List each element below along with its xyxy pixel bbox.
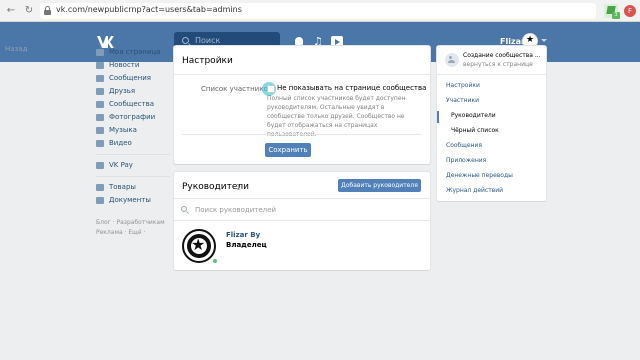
save-button[interactable]: Сохранить bbox=[265, 143, 311, 157]
documents-icon bbox=[96, 197, 104, 204]
menu-item-goods[interactable]: Товары bbox=[96, 182, 170, 194]
settings-card: Настройки Список участников: Не показыва… bbox=[174, 46, 430, 164]
browser-profile-icon[interactable]: F bbox=[624, 5, 636, 17]
manager-role: Владелец bbox=[226, 241, 267, 249]
menu-item-label: Моя страница bbox=[109, 48, 161, 56]
photos-icon bbox=[96, 114, 104, 121]
add-manager-button[interactable]: Добавить руководителя bbox=[338, 179, 421, 192]
menu-item-vkpay[interactable]: VK Pay bbox=[96, 160, 170, 172]
nav-apps[interactable]: Приложения bbox=[446, 157, 486, 164]
video-icon bbox=[96, 140, 104, 147]
menu-item-label: Музыка bbox=[109, 126, 137, 134]
lock-icon bbox=[44, 6, 51, 15]
vkpay-icon bbox=[96, 162, 104, 169]
menu-item-music[interactable]: Музыка bbox=[96, 125, 170, 137]
header-search-placeholder: Поиск bbox=[195, 36, 221, 45]
menu-item-label: Документы bbox=[109, 196, 151, 204]
address-bar[interactable]: vk.com/newpublicrnp?act=users&tab=admins bbox=[40, 3, 596, 19]
menu-item-documents[interactable]: Документы bbox=[96, 195, 170, 207]
menu-item-label: Видео bbox=[109, 139, 132, 147]
menu-item-label: Фотографии bbox=[109, 113, 156, 121]
nav-action-log[interactable]: Журнал действий bbox=[446, 187, 503, 194]
footer-links-2[interactable]: Реклама · Ещё · bbox=[96, 229, 145, 236]
card-divider bbox=[437, 74, 546, 75]
menu-item-news[interactable]: Новости bbox=[96, 60, 170, 72]
card-divider bbox=[174, 198, 430, 199]
managers-card: Руководители 1 Добавить руководителя Пои… bbox=[174, 172, 430, 270]
home-icon bbox=[96, 49, 104, 56]
nav-blacklist[interactable]: Чёрный список bbox=[451, 127, 499, 134]
community-title[interactable]: Создание сообщества ... bbox=[463, 52, 541, 59]
back-arrow-icon[interactable]: ← bbox=[4, 4, 18, 18]
active-nav-indicator bbox=[437, 111, 439, 123]
nav-money-transfers[interactable]: Денежные переводы bbox=[446, 172, 513, 179]
settings-title: Настройки bbox=[182, 56, 233, 66]
community-icon bbox=[445, 53, 459, 67]
menu-divider bbox=[96, 176, 170, 177]
hide-members-description: Полный список участников будет доступен … bbox=[267, 95, 406, 138]
menu-item-video[interactable]: Видео bbox=[96, 138, 170, 150]
nav-settings[interactable]: Настройки bbox=[446, 82, 480, 89]
groups-icon bbox=[96, 101, 104, 108]
search-icon bbox=[181, 206, 187, 212]
menu-item-label: Товары bbox=[109, 183, 136, 191]
url-text[interactable]: vk.com/newpublicrnp?act=users&tab=admins bbox=[56, 5, 242, 14]
card-divider bbox=[174, 74, 430, 75]
menu-item-photos[interactable]: Фотографии bbox=[96, 112, 170, 124]
footer-links-1[interactable]: Блог · Разработчикам bbox=[96, 219, 165, 226]
menu-divider bbox=[96, 154, 170, 155]
menu-item-label: Друзья bbox=[109, 87, 136, 95]
hide-members-label[interactable]: Не показывать на странице сообщества bbox=[277, 84, 426, 92]
chevron-down-icon[interactable] bbox=[541, 39, 547, 42]
extension-badge: 3 bbox=[612, 12, 620, 19]
manager-avatar[interactable]: ★ bbox=[182, 229, 216, 263]
menu-item-messages[interactable]: Сообщения bbox=[96, 73, 170, 85]
back-link[interactable]: Назад bbox=[5, 45, 27, 53]
menu-item-friends[interactable]: Друзья bbox=[96, 86, 170, 98]
online-status-icon bbox=[212, 258, 218, 264]
menu-item-my-page[interactable]: Моя страница bbox=[96, 47, 170, 59]
menu-item-label: Сообщества bbox=[109, 100, 155, 108]
search-icon bbox=[182, 37, 189, 44]
star-icon: ★ bbox=[191, 235, 206, 254]
managers-search-input[interactable]: Поиск руководителей bbox=[195, 206, 276, 214]
reload-icon[interactable]: ↻ bbox=[22, 4, 36, 18]
nav-messages[interactable]: Сообщения bbox=[446, 142, 482, 149]
card-divider bbox=[174, 220, 430, 221]
menu-item-groups[interactable]: Сообщества bbox=[96, 99, 170, 111]
menu-item-label: Сообщения bbox=[109, 74, 152, 82]
back-to-page-link[interactable]: вернуться к странице bbox=[463, 61, 533, 68]
menu-item-label: VK Pay bbox=[109, 161, 133, 169]
friends-icon bbox=[96, 88, 104, 95]
browser-toolbar: ← ↻ vk.com/newpublicrnp?act=users&tab=ad… bbox=[0, 0, 640, 22]
messages-icon bbox=[96, 75, 104, 82]
hide-members-checkbox[interactable] bbox=[267, 85, 275, 93]
news-icon bbox=[96, 62, 104, 69]
community-nav-panel: Создание сообщества ... вернуться к стра… bbox=[437, 46, 546, 201]
nav-managers[interactable]: Руководители bbox=[451, 112, 496, 119]
menu-item-label: Новости bbox=[109, 61, 140, 69]
manager-name[interactable]: Flizar By bbox=[226, 231, 260, 239]
goods-icon bbox=[96, 184, 104, 191]
managers-count: 1 bbox=[236, 183, 242, 192]
nav-members[interactable]: Участники bbox=[446, 97, 479, 104]
card-divider bbox=[182, 134, 422, 135]
music-icon bbox=[96, 127, 104, 134]
